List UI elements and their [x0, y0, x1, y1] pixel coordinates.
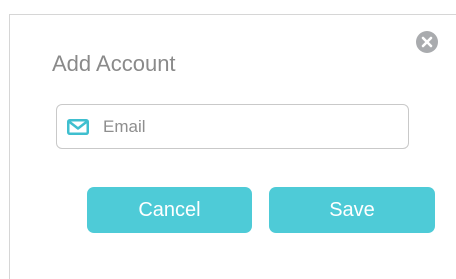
cancel-button[interactable]: Cancel [87, 187, 252, 233]
email-field[interactable] [56, 104, 409, 149]
close-icon[interactable] [416, 31, 438, 53]
mail-icon [67, 119, 89, 135]
save-button[interactable]: Save [269, 187, 435, 233]
email-input[interactable] [103, 111, 398, 143]
dialog-title: Add Account [52, 51, 176, 76]
